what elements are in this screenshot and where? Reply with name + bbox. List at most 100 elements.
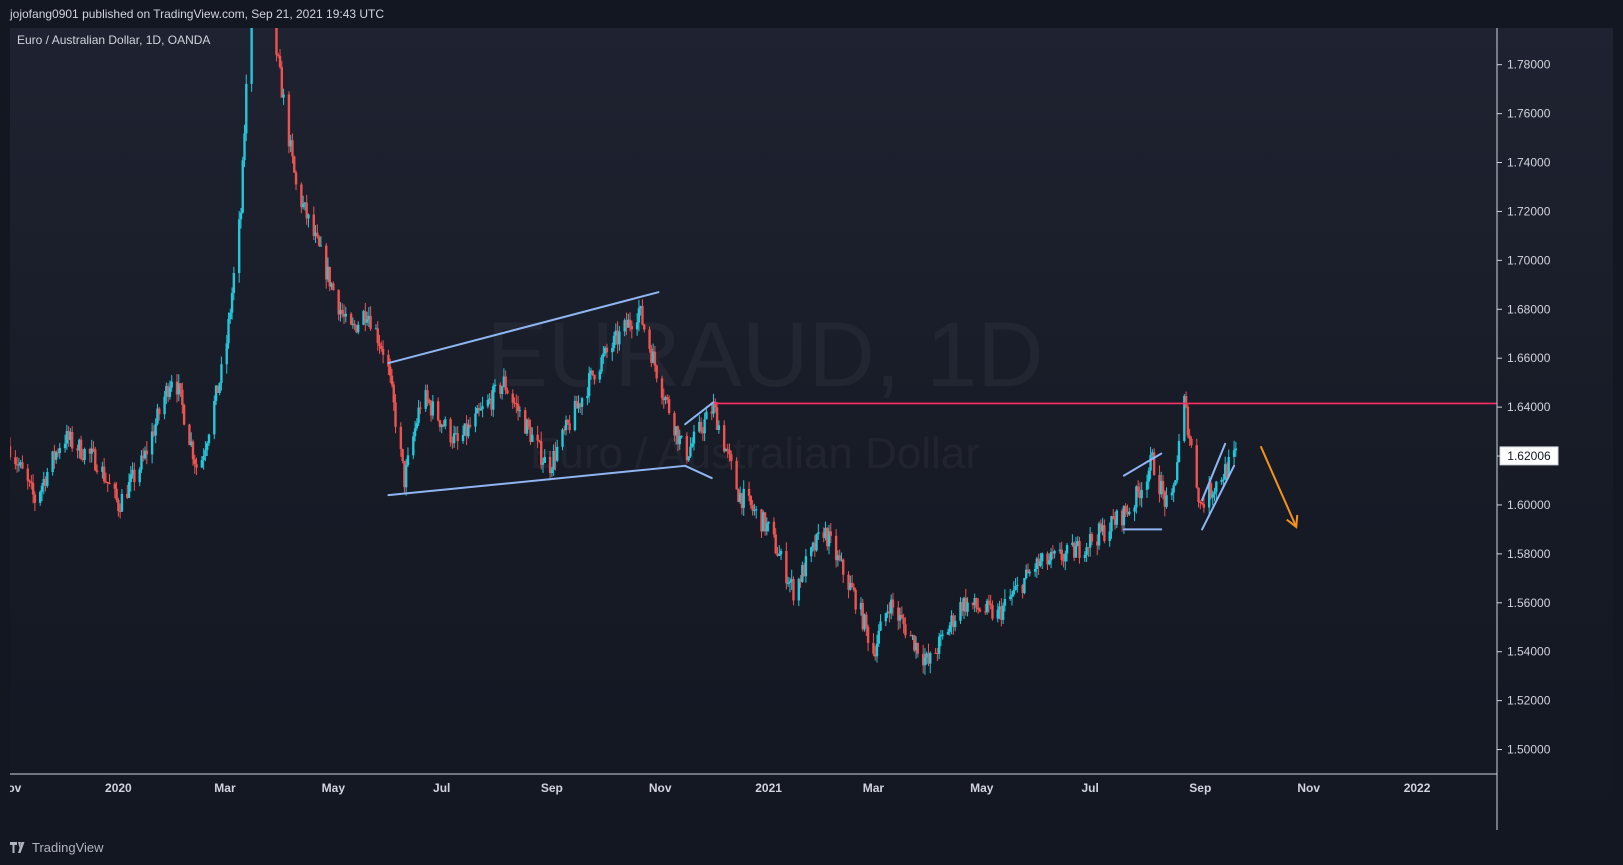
candle-body — [996, 609, 999, 619]
candle-body — [703, 419, 706, 434]
candle-body — [1199, 501, 1202, 503]
candle-body — [637, 308, 641, 323]
candle-body — [648, 329, 651, 349]
candle-body — [357, 324, 360, 333]
x-tick-label: 2021 — [755, 781, 782, 795]
candle-body — [687, 456, 690, 461]
x-tick-label: Sep — [1189, 781, 1211, 795]
candle-body — [1186, 406, 1190, 436]
candle-body — [413, 428, 417, 437]
candle-body — [1003, 598, 1007, 606]
candle-body — [417, 407, 420, 424]
candle-body — [593, 374, 596, 380]
candle-body — [218, 383, 221, 393]
candle-body — [937, 636, 941, 654]
candle-body — [1177, 440, 1181, 463]
price-chart[interactable]: EURAUD, 1D Euro / Australian Dollar Euro /… — [10, 28, 1613, 830]
x-tick-label: Mar — [863, 781, 885, 795]
candle-body — [26, 468, 29, 481]
candle-body — [1090, 533, 1094, 542]
candle-body — [561, 429, 564, 447]
candle-body — [705, 411, 708, 420]
candle-body — [154, 423, 157, 436]
candle-body — [660, 378, 664, 398]
candle-body — [46, 472, 49, 486]
publisher-header: jojofang0901 published on TradingView.co… — [0, 0, 1623, 28]
candle-body — [1176, 462, 1179, 481]
candle-body — [779, 550, 783, 555]
candle-body — [699, 421, 703, 432]
candle-body — [204, 450, 207, 457]
candle-body — [406, 455, 410, 466]
candle-body — [804, 556, 808, 577]
candle-body — [1170, 492, 1174, 496]
candle-body — [58, 448, 61, 454]
candle-body — [612, 335, 616, 349]
candle-body — [900, 614, 904, 618]
candle-body — [1128, 511, 1131, 515]
candle-body — [388, 366, 392, 376]
watermark-symbol: EURAUD, 1D — [486, 304, 1043, 406]
candle-body — [220, 364, 223, 384]
candle-body — [17, 464, 21, 466]
candle-body — [102, 466, 106, 482]
candle-body — [749, 495, 753, 506]
candle-body — [365, 319, 369, 323]
y-tick-label: 1.58000 — [1507, 547, 1551, 561]
candle-body — [1234, 448, 1238, 451]
candle-body — [232, 273, 236, 294]
candle-body — [598, 371, 602, 380]
candle-body — [33, 494, 37, 503]
candle-body — [1016, 585, 1019, 587]
candle-body — [916, 643, 920, 654]
y-tick-label: 1.50000 — [1507, 743, 1551, 757]
candle-body — [108, 483, 111, 485]
candle-body — [516, 403, 520, 411]
candle-body — [40, 485, 44, 492]
y-tick-label: 1.66000 — [1507, 351, 1551, 365]
candle-body — [635, 322, 639, 330]
candle-body — [1074, 545, 1078, 558]
candle-body — [891, 599, 895, 608]
y-tick-label: 1.70000 — [1507, 253, 1551, 267]
candle-body — [54, 452, 58, 460]
candle-body — [602, 353, 605, 358]
candle-body — [953, 620, 957, 628]
candle-body — [1149, 455, 1152, 471]
candle-body — [788, 581, 792, 583]
candle-body — [765, 523, 769, 532]
candle-body — [877, 630, 880, 644]
y-tick-label: 1.60000 — [1507, 498, 1551, 512]
candle-body — [207, 434, 211, 444]
y-tick-label: 1.72000 — [1507, 204, 1551, 218]
candle-body — [28, 480, 31, 482]
tradingview-logo[interactable]: TradingView — [10, 840, 104, 855]
forecast-arrow — [1259, 445, 1298, 528]
candle-body — [316, 232, 319, 237]
candle-body — [1039, 561, 1042, 566]
candle-body — [94, 449, 97, 471]
candle-body — [1010, 594, 1014, 597]
candle-body — [95, 470, 99, 472]
candle-body — [1078, 541, 1081, 558]
x-tick-label: 2020 — [105, 781, 132, 795]
candle-body — [1188, 435, 1191, 439]
candle-body — [730, 454, 733, 461]
candle-body — [504, 376, 507, 391]
candle-body — [1145, 481, 1149, 490]
candle-body — [838, 555, 841, 560]
candle-body — [115, 488, 118, 500]
candle-body — [278, 55, 282, 68]
candle-body — [735, 460, 738, 490]
candle-body — [978, 609, 982, 612]
candle-body — [369, 315, 372, 329]
chart-area[interactable]: EURAUD, 1D Euro / Australian Dollar Euro /… — [10, 28, 1613, 830]
candle-body — [884, 613, 888, 622]
candle-body — [1065, 544, 1069, 554]
candle-body — [39, 491, 42, 503]
candle-body — [1165, 495, 1168, 507]
y-tick-label: 1.54000 — [1507, 645, 1551, 659]
candle-body — [294, 172, 298, 185]
candle-body — [1213, 491, 1216, 495]
symbol-title: Euro / Australian Dollar, 1D, OANDA — [17, 33, 210, 47]
